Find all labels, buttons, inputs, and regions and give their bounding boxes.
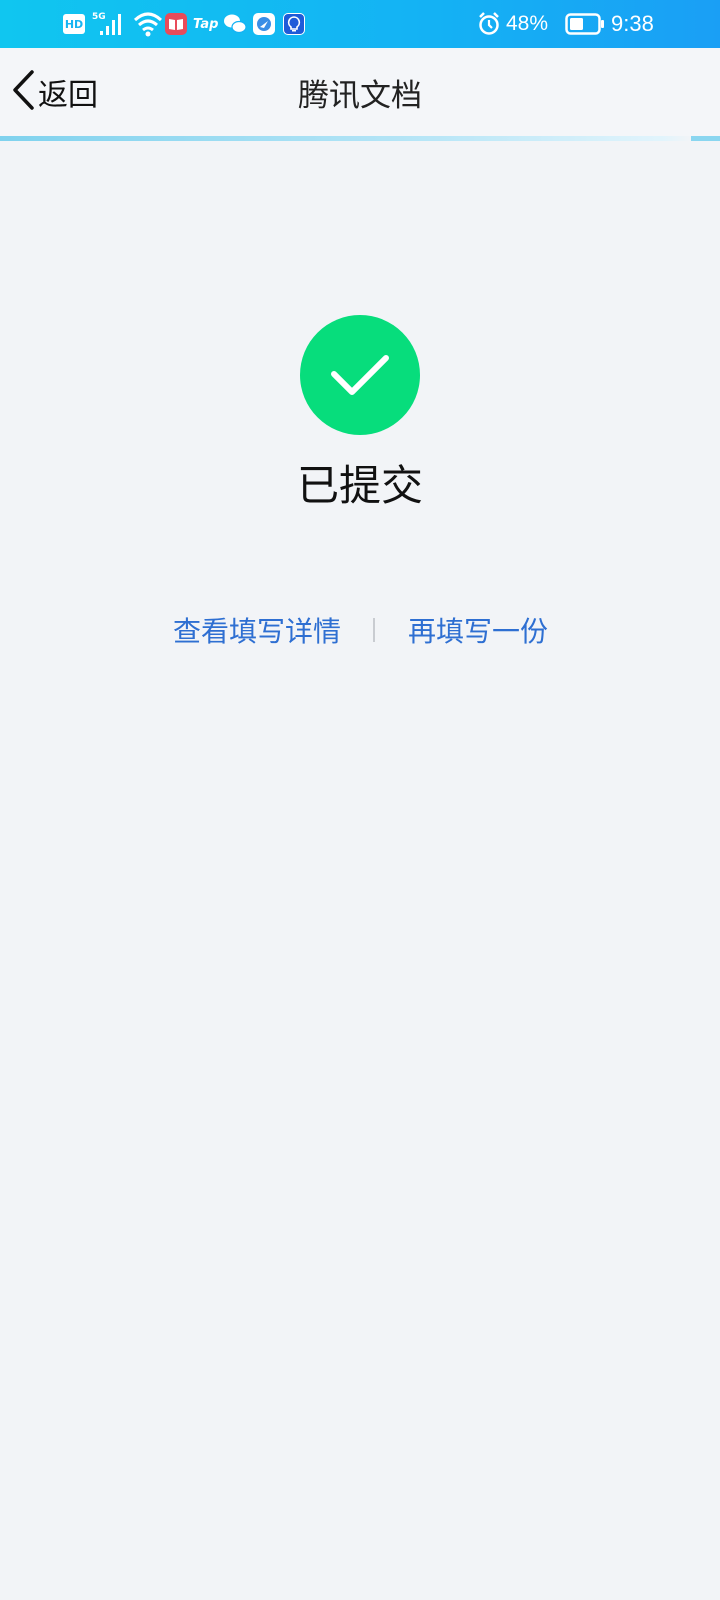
nav-bar: 返回 腾讯文档	[0, 48, 720, 136]
alarm-icon	[477, 0, 501, 48]
signal-icon: 5G	[92, 0, 128, 48]
status-bar: HD 5G Tap 48% 9:38	[0, 0, 720, 48]
wechat-icon	[223, 0, 247, 48]
wifi-icon	[133, 0, 163, 48]
fill-again-link[interactable]: 再填写一份	[408, 608, 548, 652]
taptap-icon: Tap	[193, 16, 219, 32]
battery-icon	[565, 0, 605, 48]
battery-percent: 48%	[506, 12, 549, 35]
bulb-app-icon	[283, 13, 305, 35]
back-label: 返回	[38, 78, 98, 113]
book-app-icon	[165, 13, 187, 35]
app-screen: HD 5G Tap 48% 9:38 返回 腾讯文档 已提交 查看填写详情 再填…	[0, 0, 720, 1600]
network-type-label: 5G	[92, 12, 106, 22]
hd-icon: HD	[63, 14, 85, 34]
loading-progress-bar	[0, 136, 720, 141]
clock-time: 9:38	[611, 11, 654, 36]
view-details-link[interactable]: 查看填写详情	[173, 608, 341, 652]
action-divider	[373, 618, 375, 642]
chevron-left-icon	[10, 68, 36, 116]
submitted-status-text: 已提交	[296, 461, 423, 510]
action-links: 查看填写详情 再填写一份	[0, 608, 720, 652]
back-button[interactable]: 返回	[10, 48, 120, 136]
success-check-icon	[300, 315, 420, 435]
browser-app-icon	[253, 13, 275, 35]
